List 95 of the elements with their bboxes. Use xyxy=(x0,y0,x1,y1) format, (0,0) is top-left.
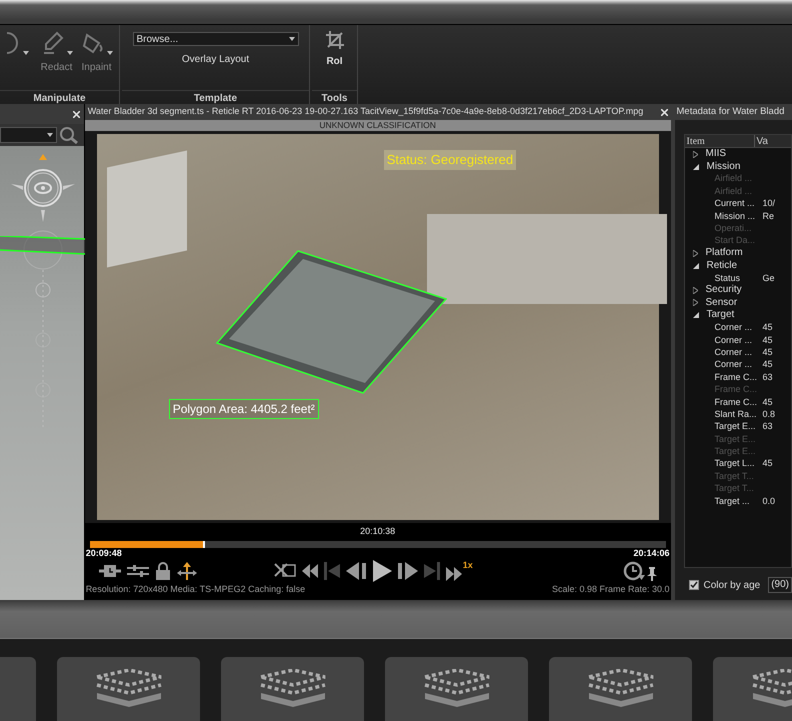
pin-button[interactable] xyxy=(646,567,656,581)
value-cell: 10/ xyxy=(762,198,776,210)
value-cell: Re xyxy=(762,210,774,222)
tree-item[interactable]: MIIS xyxy=(706,149,726,160)
clock-button[interactable] xyxy=(622,561,644,581)
roi-tool-button[interactable]: RoI xyxy=(326,31,344,69)
timeline-track[interactable] xyxy=(90,541,666,548)
tree-item[interactable]: Status xyxy=(714,272,760,284)
caret-icon xyxy=(66,51,72,55)
tree-item[interactable]: Corner ... xyxy=(714,334,760,346)
crop-icon xyxy=(326,31,344,49)
tree-item[interactable]: Platform xyxy=(706,248,743,258)
sliders-button[interactable] xyxy=(126,564,149,578)
thumbnail-tile[interactable] xyxy=(549,657,692,721)
value-cell: 63 xyxy=(762,421,773,432)
metadata-title: Metadata for Water Bladd xyxy=(676,104,784,119)
layers-icon xyxy=(258,669,326,709)
resolution-info: Resolution: 720x480 Media: TS-MPEG2 Caching: false xyxy=(86,584,306,594)
close-icon[interactable] xyxy=(72,110,80,118)
thumbnail-tile[interactable] xyxy=(385,657,528,721)
value-cell: 45 xyxy=(762,458,773,470)
value-cell: 45 xyxy=(762,334,773,346)
age-field[interactable]: (90) xyxy=(768,577,792,593)
tree-item[interactable]: Current ... xyxy=(714,198,760,210)
overlay-layout-label: Overlay Layout xyxy=(182,53,250,67)
caret-icon xyxy=(106,51,112,55)
tree-item[interactable]: Frame C... xyxy=(714,396,760,408)
classification-label: UNKNOWN CLASSIFICATION xyxy=(319,121,436,130)
tree-item[interactable]: Target L... xyxy=(714,458,760,470)
value-cell: 0.8 xyxy=(762,408,776,420)
check-icon xyxy=(690,581,698,589)
clip-button[interactable] xyxy=(272,562,297,580)
inpaint-tool-button[interactable]: Inpaint xyxy=(80,31,112,75)
value-cell: 45 xyxy=(762,346,773,358)
column-header[interactable]: Va xyxy=(754,135,768,147)
layers-icon xyxy=(94,669,162,709)
play-button[interactable] xyxy=(370,560,393,582)
lock-button[interactable] xyxy=(154,562,171,580)
timer-button[interactable] xyxy=(98,564,121,578)
tree-item[interactable]: Corner ... xyxy=(714,359,760,370)
collapsed-arrow-icon[interactable] xyxy=(692,150,698,158)
collapsed-arrow-icon[interactable] xyxy=(692,286,698,294)
value-cell: 45 xyxy=(762,396,773,408)
value-cell: 45 xyxy=(762,359,773,370)
search-icon[interactable] xyxy=(59,126,79,144)
expanded-arrow-icon[interactable] xyxy=(692,312,698,318)
caret-icon xyxy=(47,133,53,137)
paint-bucket-icon xyxy=(80,31,104,55)
thumbnail-tile[interactable] xyxy=(221,657,364,721)
redact-tool-button[interactable]: Redact xyxy=(40,31,72,75)
tree-item[interactable]: Target xyxy=(706,310,734,320)
tree-item[interactable]: Reticle xyxy=(706,260,738,271)
move-arrows-button[interactable] xyxy=(176,562,197,580)
layers-icon xyxy=(586,669,654,709)
step-forward-button[interactable] xyxy=(396,562,419,580)
tree-item[interactable]: Corner ... xyxy=(714,346,760,358)
start-time: 20:09:48 xyxy=(86,548,122,558)
tree-item[interactable]: Mission xyxy=(706,162,740,172)
tree-item[interactable]: Target E... xyxy=(714,421,760,432)
value-cell: 63 xyxy=(762,372,773,383)
tree-item[interactable]: Slant Ra... xyxy=(714,408,760,420)
collapsed-arrow-icon[interactable] xyxy=(692,299,698,306)
tree-item[interactable]: Target ... xyxy=(714,496,760,507)
layers-icon xyxy=(422,669,490,709)
tree-item[interactable]: Frame C... xyxy=(714,372,760,383)
rewind-button[interactable] xyxy=(300,564,319,578)
column-header[interactable]: Item xyxy=(684,135,754,147)
scale-info: Scale: 0.98 Frame Rate: 30.0 xyxy=(552,584,670,594)
status-overlay: Status: Georegistered xyxy=(384,150,516,170)
color-by-age-checkbox[interactable] xyxy=(688,580,698,590)
expanded-arrow-icon[interactable] xyxy=(692,262,698,269)
polygon-area-label: Polygon Area: 4405.2 feet² xyxy=(168,399,319,419)
layout-dropdown[interactable]: Browse... xyxy=(132,32,298,46)
cut-tool-button[interactable] xyxy=(6,31,28,55)
location-field[interactable] xyxy=(0,127,57,143)
color-by-age-label: Color by age xyxy=(704,578,760,592)
skip-start-button[interactable] xyxy=(322,562,341,580)
current-time: 20:10:38 xyxy=(360,525,396,538)
value-cell: 45 xyxy=(762,322,773,334)
end-time: 20:14:06 xyxy=(633,548,670,558)
caret-icon xyxy=(22,51,28,55)
caret-icon xyxy=(288,37,294,41)
thumbnail-tile[interactable] xyxy=(57,657,200,721)
video-title: Water Bladder 3d segment.ts - Reticle RT 2016-06-23 19-00-27.163 TacitView_15f9fd5a-7c0e-4a9e-8eb8-0d3f217eb6cf_2D3-LAPTOP.mpg xyxy=(88,105,644,118)
tree-item[interactable]: Corner ... xyxy=(714,322,760,334)
collapsed-arrow-icon[interactable] xyxy=(692,250,698,257)
step-back-button[interactable] xyxy=(344,562,367,580)
tree-item[interactable]: Sensor xyxy=(706,298,738,308)
value-cell: Ge xyxy=(762,272,775,284)
expanded-arrow-icon[interactable] xyxy=(692,164,698,170)
tree-item[interactable]: Mission ... xyxy=(714,210,760,222)
close-icon[interactable] xyxy=(660,108,668,116)
value-cell: 0.0 xyxy=(762,496,776,507)
fast-forward-button[interactable]: 1x xyxy=(444,561,473,581)
tree-item[interactable]: Security xyxy=(706,285,742,296)
